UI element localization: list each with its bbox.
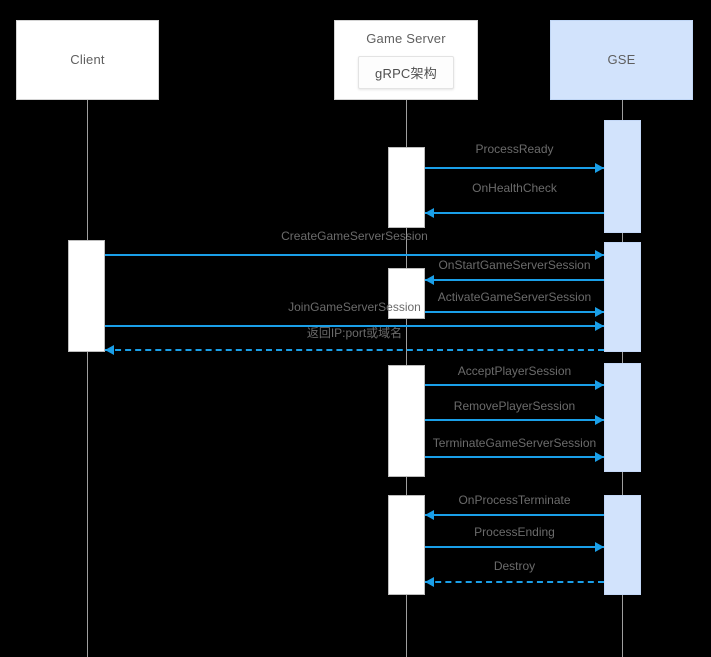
message-line-1 (425, 212, 604, 214)
sequence-diagram: Client Game Server gRPC架构 GSE ProcessReady O… (0, 0, 711, 657)
message-line-3 (425, 279, 604, 281)
message-label-1: OnHealthCheck (472, 181, 557, 195)
arrow-head-left-icon (425, 275, 434, 285)
activation-bar-gse (604, 242, 641, 352)
message-line-9 (425, 456, 604, 458)
actor-label-game-server: Game Server (366, 31, 446, 47)
activation-bar-gse (604, 120, 641, 233)
message-label-3: OnStartGameServerSession (438, 258, 591, 272)
actor-box-gse[interactable]: GSE (550, 20, 693, 100)
actor-label-client: Client (70, 52, 105, 68)
actor-box-client[interactable]: Client (16, 20, 159, 100)
activation-bar-client (68, 240, 105, 352)
arrow-head-right-icon (595, 542, 604, 552)
activation-bar-game-server (388, 147, 425, 228)
message-label-0: ProcessReady (475, 142, 554, 156)
arrow-head-left-icon (425, 577, 434, 587)
message-line-6 (105, 349, 604, 351)
message-label-5: JoinGameServerSession (288, 300, 421, 314)
message-line-12 (425, 581, 604, 583)
message-line-10 (425, 514, 604, 516)
message-line-0 (425, 167, 604, 169)
actor-label-gse: GSE (607, 52, 636, 68)
activation-bar-gse (604, 363, 641, 472)
arrow-head-left-icon (425, 208, 434, 218)
lifeline-client (87, 100, 88, 657)
message-label-9: TerminateGameServerSession (432, 436, 597, 450)
actor-box-game-server[interactable]: Game Server gRPC架构 (334, 20, 478, 100)
message-label-11: ProcessEnding (474, 525, 555, 539)
message-label-12: Destroy (493, 559, 536, 573)
arrow-head-right-icon (595, 163, 604, 173)
message-label-10: OnProcessTerminate (458, 493, 571, 507)
message-line-11 (425, 546, 604, 548)
message-line-2 (105, 254, 604, 256)
arrow-head-left-icon (105, 345, 114, 355)
message-label-7: AcceptPlayerSession (457, 364, 572, 378)
message-label-8: RemovePlayerSession (453, 399, 576, 413)
activation-bar-game-server (388, 365, 425, 477)
message-line-7 (425, 384, 604, 386)
actor-sublabel-game-server: gRPC架构 (358, 55, 454, 89)
arrow-head-right-icon (595, 452, 604, 462)
arrow-head-right-icon (595, 415, 604, 425)
arrow-head-right-icon (595, 380, 604, 390)
activation-bar-gse (604, 495, 641, 595)
arrow-head-left-icon (425, 510, 434, 520)
activation-bar-game-server (388, 495, 425, 595)
message-label-2: CreateGameServerSession (281, 229, 428, 243)
message-line-8 (425, 419, 604, 421)
message-label-6: 返回IP:port或域名 (306, 326, 403, 340)
